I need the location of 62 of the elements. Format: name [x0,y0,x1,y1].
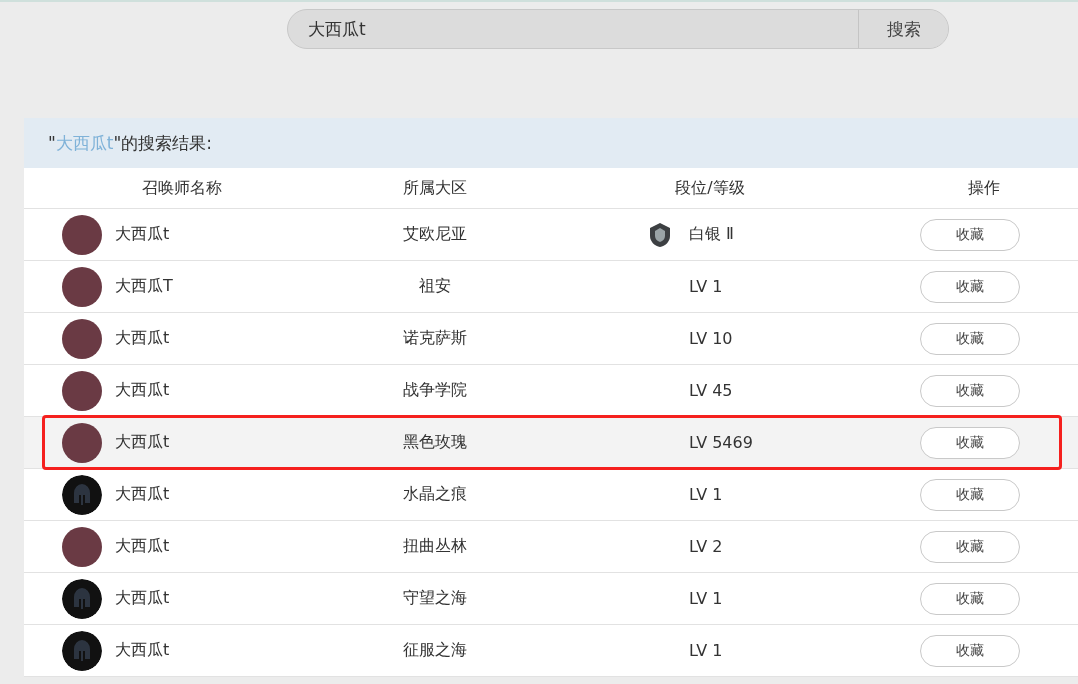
column-header: 操作 [967,177,1001,199]
column-header: 所属大区 [402,177,468,199]
summoner-name: 大西瓜t [115,640,170,661]
rank-text: 白银 Ⅱ [689,224,734,245]
avatar-photo-placeholder [62,318,102,359]
rank-text: LV 45 [689,381,733,400]
region-text: 扭曲丛林 [402,536,468,557]
column-header: 段位/等级 [674,177,746,199]
rank-text: LV 10 [689,329,733,348]
favorite-button[interactable]: 收藏 [920,426,1020,459]
search-field[interactable]: 大西瓜t 搜索 [287,9,949,49]
result-row[interactable]: 大西瓜t 征服之海 LV 1 收藏 [24,625,1078,677]
avatar-photo-placeholder [62,370,102,411]
region-text: 水晶之痕 [402,484,468,505]
summoner-name: 大西瓜t [115,588,170,609]
favorite-button[interactable]: 收藏 [920,634,1020,667]
favorite-button[interactable]: 收藏 [920,218,1020,251]
rank-text: LV 1 [689,641,723,660]
region-text: 黑色玫瑰 [402,432,468,453]
result-row[interactable]: 大西瓜t 水晶之痕 LV 1 收藏 [24,469,1078,521]
summoner-name: 大西瓜t [115,484,170,505]
summoner-name: 大西瓜T [115,276,173,297]
helmet-avatar-icon [62,474,102,515]
favorite-button[interactable]: 收藏 [920,478,1020,511]
avatar-photo-placeholder [62,266,102,307]
avatar-photo-placeholder [62,422,102,463]
result-row[interactable]: 大西瓜t 诺克萨斯 LV 10 收藏 [24,313,1078,365]
result-row[interactable]: 大西瓜t 战争学院 LV 45 收藏 [24,365,1078,417]
summoner-name: 大西瓜t [115,328,170,349]
region-text: 祖安 [418,276,452,297]
rank-text: LV 1 [689,277,723,296]
region-text: 征服之海 [402,640,468,661]
avatar-photo-placeholder [62,526,102,567]
favorite-button[interactable]: 收藏 [920,270,1020,303]
rank-text: LV 1 [689,589,723,608]
result-row[interactable]: 大西瓜t 扭曲丛林 LV 2 收藏 [24,521,1078,573]
result-row[interactable]: 大西瓜t 守望之海 LV 1 收藏 [24,573,1078,625]
helmet-avatar-icon [62,630,102,671]
summoner-name: 大西瓜t [115,224,170,245]
summoner-name: 大西瓜t [115,380,170,401]
summoner-name: 大西瓜t [115,432,170,453]
result-row[interactable]: 大西瓜t 艾欧尼亚 白银 Ⅱ 收藏 [24,209,1078,261]
favorite-button[interactable]: 收藏 [920,374,1020,407]
avatar-photo-placeholder [62,214,102,255]
region-text: 诺克萨斯 [402,328,468,349]
favorite-button[interactable]: 收藏 [920,322,1020,355]
column-header: 召唤师名称 [141,177,223,199]
region-text: 守望之海 [402,588,468,609]
rank-emblem-icon [647,221,673,248]
summoner-name: 大西瓜t [115,536,170,557]
favorite-button[interactable]: 收藏 [920,530,1020,563]
results-title: "大西瓜t"的搜索结果: [48,131,213,155]
favorite-button[interactable]: 收藏 [920,582,1020,615]
rank-text: LV 5469 [689,433,753,452]
helmet-avatar-icon [62,578,102,619]
rank-text: LV 2 [689,537,723,556]
search-button[interactable]: 搜索 [858,10,948,48]
region-text: 战争学院 [402,380,468,401]
result-row[interactable]: 大西瓜t 黑色玫瑰 LV 5469 收藏 [24,417,1078,469]
result-row[interactable]: 大西瓜T 祖安 LV 1 收藏 [24,261,1078,313]
region-text: 艾欧尼亚 [402,224,468,245]
rank-text: LV 1 [689,485,723,504]
